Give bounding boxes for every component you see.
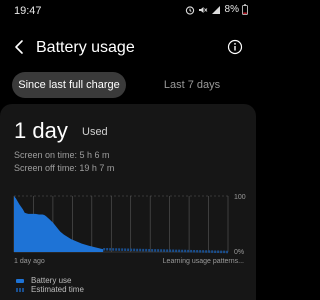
app-header: Battery usage [0,34,256,62]
used-value: 1 day [14,118,68,143]
legend-estimated-time: Estimated time [16,285,84,294]
period-tabs: Since last full charge Last 7 days [0,72,256,100]
status-icons: 8% [185,4,248,15]
y-tick-label-top: 100 [234,194,246,201]
chevron-left-icon [15,40,23,54]
series-battery-use [14,196,104,252]
legend-estimate-label: Estimated time [31,285,84,294]
y-tick-label-bottom: 0% [234,249,244,256]
battery-chart: 100 0% 1 day ago Learning usage patterns... [0,190,256,270]
mute-icon [198,5,208,15]
battery-icon [242,4,248,15]
legend-estimate-swatch [16,287,24,292]
tab-since-last-full-charge[interactable]: Since last full charge [12,72,126,98]
used-label: Used [82,126,108,138]
status-time: 19:47 [14,5,42,17]
usage-card: 1 day Used Screen on time: 5 h 6 m Scree… [0,104,256,300]
battery-chart-svg: 100 0% 1 day ago Learning usage patterns... [13,194,246,265]
signal-icon [211,5,221,15]
back-button[interactable] [12,37,26,57]
x-tick-label-end: Learning usage patterns... [163,258,244,265]
legend-battery-use: Battery use [16,276,71,285]
legend-battery-swatch [16,278,24,283]
tab-last-7-days[interactable]: Last 7 days [140,72,244,98]
info-icon [227,39,243,55]
screen-off-time: Screen off time: 19 h 7 m [14,163,115,173]
battery-percent: 8% [224,4,239,15]
alarm-icon [185,5,195,15]
screen-on-time: Screen on time: 5 h 6 m [14,150,110,160]
page-title: Battery usage [36,39,135,56]
x-tick-label-start: 1 day ago [14,258,45,265]
legend-battery-label: Battery use [31,276,72,285]
info-button[interactable] [227,39,243,55]
series-estimated-time [103,247,229,254]
status-bar: 19:47 8% [0,0,256,22]
